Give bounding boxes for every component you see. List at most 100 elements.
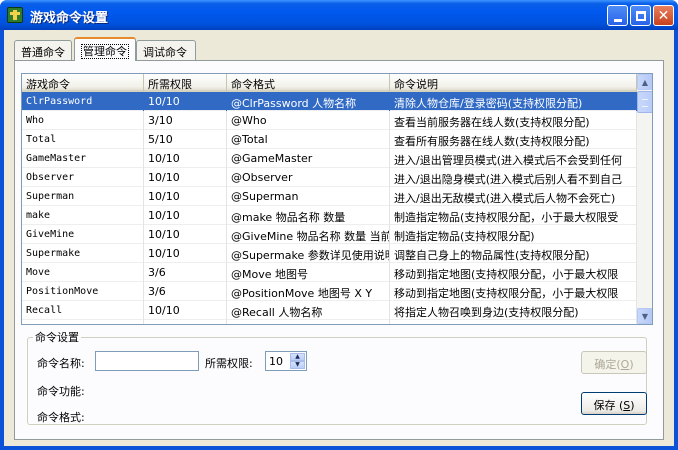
permission-cell: 10/10 [144, 301, 227, 320]
format-cell: @Observer [227, 168, 390, 187]
command-cell: ClrPassword [22, 92, 144, 111]
description-cell: 查看当前服务器在线人数(支持权限分配) [390, 111, 637, 130]
description-cell: 移动到指定地图(支持权限分配，小于最大权限 [390, 282, 637, 301]
permission-cell: 3/10 [144, 111, 227, 130]
format-cell: @Supermake 参数详见使用说明 [227, 244, 390, 263]
column-header-command[interactable]: 游戏命令 [22, 74, 144, 92]
command-cell: Recall [22, 301, 144, 320]
command-cell: Supermake [22, 244, 144, 263]
spin-up-button[interactable]: ▲ [290, 353, 305, 361]
description-cell: 查看所有服务器在线人数(支持权限分配) [390, 130, 637, 149]
close-icon: ✕ [657, 7, 670, 24]
maximize-button[interactable] [630, 5, 651, 26]
command-cell: GiveMine [22, 225, 144, 244]
permission-cell: 10/10 [144, 206, 227, 225]
permission-value: 10 [269, 355, 283, 368]
command-cell: GameMaster [22, 149, 144, 168]
description-cell: 进入/退出无敌模式(进入模式后人物不会死亡) [390, 187, 637, 206]
tab-admin-commands[interactable]: 管理命令 [74, 37, 136, 61]
table-row[interactable]: Recall 10/10 @Recall 人物名称 将指定人物召唤到身边(支持权限分配… [22, 301, 637, 320]
format-cell: @Superman [227, 187, 390, 206]
permission-cell: 10/10 [144, 187, 227, 206]
chevron-up-icon: ▲ [641, 77, 649, 87]
format-cell: @Move 地图号 [227, 263, 390, 282]
table-row[interactable]: Supermake 10/10 @Supermake 参数详见使用说明 调整自己身上的… [22, 244, 637, 263]
command-cell: ReGoto [22, 320, 144, 324]
maximize-icon [635, 10, 646, 21]
format-cell: @Who [227, 111, 390, 130]
confirm-button[interactable]: 确定(O) [581, 351, 647, 374]
scroll-down-button[interactable]: ▼ [637, 308, 652, 324]
description-cell: 调整自己身上的物品属性(支持权限分配) [390, 244, 637, 263]
description-cell: 进入/退出管理员模式(进入模式后不会受到任何 [390, 149, 637, 168]
tab-normal-commands[interactable]: 普通命令 [14, 40, 72, 60]
command-name-label: 命令名称: [37, 357, 85, 370]
spin-down-icon: ▼ [295, 361, 300, 368]
vertical-scrollbar[interactable]: ▲ ▼ [637, 74, 652, 324]
format-cell: @GiveMine 物品名称 数量 当前 [227, 225, 390, 244]
format-cell: @Total [227, 130, 390, 149]
group-title: 命令设置 [33, 329, 81, 345]
permission-cell: 10/10 [144, 244, 227, 263]
tab-debug-commands[interactable]: 调试命令 [136, 40, 196, 60]
table-row[interactable]: ReGoto10/10@ReGoto 人物名称跟踪指定人物(支持权限分配) [22, 320, 637, 324]
permission-cell: 10/10 [144, 168, 227, 187]
table-row[interactable]: ClrPassword 10/10 @ClrPassword 人物名称 清除人物仓库/… [22, 92, 637, 111]
description-cell: 制造指定物品(支持权限分配，小于最大权限受 [390, 206, 637, 225]
command-cell: Observer [22, 168, 144, 187]
spin-up-icon: ▲ [295, 353, 300, 360]
command-cell: Superman [22, 187, 144, 206]
app-icon[interactable] [7, 7, 23, 23]
command-list[interactable]: 游戏命令 所需权限 命令格式 命令说明 ClrPassword 10/10 @Clr… [21, 73, 653, 325]
table-row[interactable]: Total 5/10 @Total 查看所有服务器在线人数(支持权限分配) [22, 130, 637, 149]
tab-page-admin-commands: 游戏命令 所需权限 命令格式 命令说明 ClrPassword 10/10 @Clr… [14, 60, 664, 440]
spin-down-button[interactable]: ▼ [290, 361, 305, 369]
column-header-permission[interactable]: 所需权限 [144, 74, 227, 92]
dialog-client-area: 普通命令 管理命令 调试命令 游戏命令 所需权限 命令格式 命令说明 ClrPa… [4, 30, 674, 446]
command-format-label: 命令格式: [37, 411, 85, 424]
command-function-label: 命令功能: [37, 385, 85, 398]
window-title: 游戏命令设置 [30, 11, 109, 26]
format-cell: @make 物品名称 数量 [227, 206, 390, 225]
table-row[interactable]: Observer 10/10 @Observer 进入/退出隐身模式(进入模式后别人看… [22, 168, 637, 187]
permission-label: 所需权限: [205, 357, 253, 370]
description-cell: 移动到指定地图(支持权限分配，小于最大权限 [390, 263, 637, 282]
description-cell: 将指定人物召唤到身边(支持权限分配) [390, 301, 637, 320]
table-row[interactable]: Move 3/6 @Move 地图号 移动到指定地图(支持权限分配，小于最大权限 [22, 263, 637, 282]
permission-cell: 3/6 [144, 282, 227, 301]
command-cell: Total [22, 130, 144, 149]
permission-cell: 10/10 [144, 225, 227, 244]
table-row[interactable]: make 10/10 @make 物品名称 数量 制造指定物品(支持权限分配，小于最大… [22, 206, 637, 225]
table-row[interactable]: Superman 10/10 @Superman 进入/退出无敌模式(进入模式后人物不… [22, 187, 637, 206]
permission-spinner[interactable]: 10 ▲ ▼ [265, 351, 307, 371]
list-header: 游戏命令 所需权限 命令格式 命令说明 [22, 74, 637, 92]
scroll-up-button[interactable]: ▲ [637, 74, 652, 90]
minimize-button[interactable] [607, 5, 628, 26]
save-button[interactable]: 保存 (S) [581, 392, 647, 415]
close-button[interactable]: ✕ [653, 5, 674, 26]
command-cell: Who [22, 111, 144, 130]
minimize-icon [613, 18, 622, 22]
table-row[interactable]: GameMaster 10/10 @GameMaster 进入/退出管理员模式(进入模… [22, 149, 637, 168]
title-bar[interactable]: 游戏命令设置 ✕ [0, 0, 678, 30]
command-cell: Move [22, 263, 144, 282]
format-cell: @Recall 人物名称 [227, 301, 390, 320]
table-row[interactable]: GiveMine 10/10 @GiveMine 物品名称 数量 当前 制造指定物品(… [22, 225, 637, 244]
table-row[interactable]: Who 3/10 @Who 查看当前服务器在线人数(支持权限分配) [22, 111, 637, 130]
command-name-input[interactable] [95, 351, 199, 371]
description-cell: 制造指定物品(支持权限分配) [390, 225, 637, 244]
column-header-description[interactable]: 命令说明 [390, 74, 637, 92]
table-row[interactable]: PositionMove 3/6 @PositionMove 地图号 X Y 移动到指… [22, 282, 637, 301]
format-cell: @ClrPassword 人物名称 [227, 92, 390, 111]
permission-cell: 3/6 [144, 263, 227, 282]
command-cell: PositionMove [22, 282, 144, 301]
command-cell: make [22, 206, 144, 225]
description-cell: 进入/退出隐身模式(进入模式后别人看不到自己 [390, 168, 637, 187]
column-header-format[interactable]: 命令格式 [227, 74, 390, 92]
permission-cell: 10/10 [144, 92, 227, 111]
format-cell: @ReGoto 人物名称 [227, 320, 390, 324]
format-cell: @PositionMove 地图号 X Y [227, 282, 390, 301]
scroll-thumb[interactable] [637, 91, 652, 113]
description-cell: 清除人物仓库/登录密码(支持权限分配) [390, 92, 637, 111]
permission-cell: 10/10 [144, 320, 227, 324]
